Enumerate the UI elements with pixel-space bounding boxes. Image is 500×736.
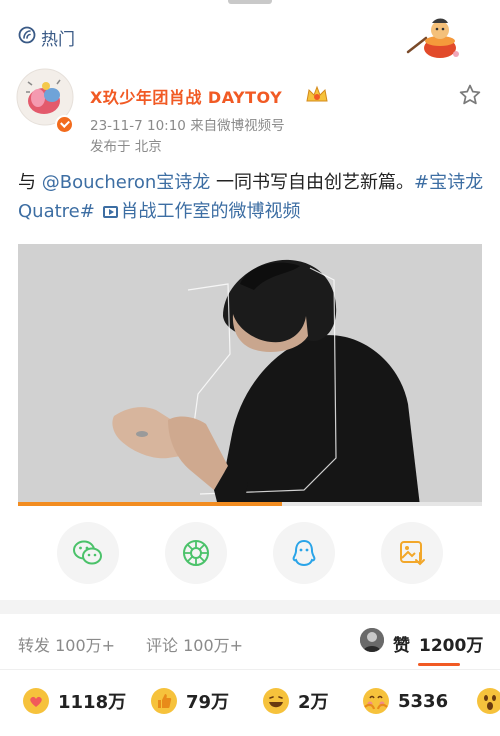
- favorite-star-icon[interactable]: [458, 83, 482, 107]
- video-player[interactable]: [18, 244, 482, 506]
- hug-icon: [363, 688, 389, 714]
- reaction-laugh[interactable]: 2万: [262, 682, 329, 720]
- save-image-button[interactable]: [381, 522, 443, 584]
- share-moments-button[interactable]: [165, 522, 227, 584]
- hot-section-header: 热门: [0, 14, 500, 62]
- wechat-icon: [73, 540, 102, 565]
- reaction-surprised[interactable]: [476, 682, 500, 720]
- reactions-bar: 1118万 79万 2万 5336: [0, 682, 500, 722]
- share-bar: [0, 522, 500, 586]
- video-frame: [18, 244, 482, 506]
- active-tab-indicator: [418, 663, 460, 666]
- tab-like-count[interactable]: 1200万: [419, 631, 483, 656]
- liker-avatar: [360, 628, 384, 652]
- share-wechat-button[interactable]: [57, 522, 119, 584]
- thumbs-up-icon: [151, 688, 177, 714]
- laughing-icon: [263, 688, 289, 714]
- reaction-count: 5336: [398, 690, 449, 712]
- post-location: 发布于 北京: [90, 139, 162, 155]
- video-progress-bar[interactable]: [18, 502, 482, 506]
- qq-icon: [292, 539, 316, 567]
- moments-icon: [183, 540, 209, 566]
- video-progress-fill: [18, 502, 283, 506]
- post-source[interactable]: 来自微博视频号: [190, 118, 285, 134]
- reaction-heart[interactable]: 1118万: [22, 682, 126, 720]
- post-meta: 23-11-7 10:10 来自微博视频号: [90, 114, 285, 134]
- drag-handle[interactable]: [228, 0, 272, 4]
- save-image-icon: [400, 541, 425, 566]
- tab-comment[interactable]: 评论 100万+: [146, 632, 243, 656]
- surprised-icon: [477, 688, 500, 714]
- hot-label[interactable]: 热门: [41, 25, 75, 50]
- tab-repost[interactable]: 转发 100万+: [18, 632, 115, 656]
- video-link[interactable]: 肖战工作室的微博视频: [121, 201, 301, 222]
- crown-badge-icon[interactable]: [304, 84, 330, 106]
- reaction-count: 2万: [298, 692, 329, 713]
- heart-face-icon: [23, 688, 49, 714]
- post-text-prefix: 与: [18, 172, 42, 193]
- post-body: 与 @Boucheron宝诗龙 一同书写自由创艺新篇。#宝诗龙 Quatre# …: [18, 168, 486, 226]
- interaction-tabs: 转发 100万+ 评论 100万+ 赞 1200万: [0, 614, 500, 670]
- share-qq-button[interactable]: [273, 522, 335, 584]
- mention-link[interactable]: @Boucheron宝诗龙: [42, 172, 211, 193]
- like-label[interactable]: 赞: [393, 631, 410, 656]
- verified-badge-icon: [55, 115, 74, 134]
- post-timestamp: 23-11-7 10:10: [90, 118, 186, 134]
- hot-topic-icon: [18, 26, 36, 44]
- reaction-count: 1118万: [58, 692, 127, 713]
- reaction-thumbs-up[interactable]: 79万: [150, 682, 229, 720]
- video-link-icon: [102, 206, 118, 218]
- hotpot-mascot-icon[interactable]: [404, 14, 464, 62]
- author-name[interactable]: X玖少年团肖战 DAYTOY: [90, 84, 282, 108]
- reaction-hug[interactable]: 5336: [362, 682, 448, 720]
- reaction-count: 79万: [186, 692, 230, 713]
- post-text-middle: 一同书写自由创艺新篇。: [210, 172, 415, 193]
- section-divider: [0, 600, 500, 614]
